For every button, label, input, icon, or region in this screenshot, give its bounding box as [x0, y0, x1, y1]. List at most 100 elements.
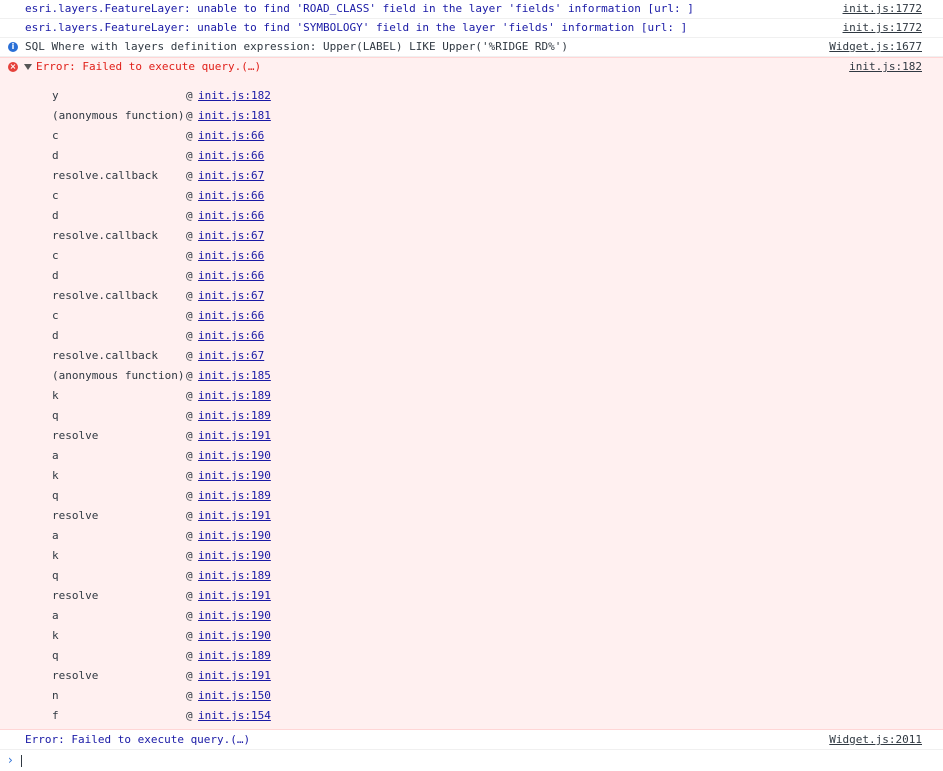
source-link[interactable]: Widget.js:1677 — [829, 38, 922, 56]
frame-location-link[interactable]: init.js:66 — [198, 309, 264, 322]
at-symbol: @ — [186, 289, 193, 302]
stack-frame: (anonymous function) @ init.js:181 — [0, 106, 943, 126]
frame-function: c — [52, 309, 59, 322]
frame-location-link[interactable]: init.js:191 — [198, 509, 271, 522]
at-symbol: @ — [186, 329, 193, 342]
frame-function: q — [52, 649, 59, 662]
frame-location-link[interactable]: init.js:66 — [198, 329, 264, 342]
frame-location-link[interactable]: init.js:190 — [198, 529, 271, 542]
frame-function: k — [52, 629, 59, 642]
source-link[interactable]: init.js:182 — [849, 58, 922, 76]
frame-location-link[interactable]: init.js:190 — [198, 629, 271, 642]
stack-frame: k @ init.js:190 — [0, 466, 943, 486]
frame-function: q — [52, 569, 59, 582]
frame-location-link[interactable]: init.js:66 — [198, 129, 264, 142]
frame-function: d — [52, 209, 59, 222]
frame-location-link[interactable]: init.js:66 — [198, 249, 264, 262]
prompt-chevron-icon: › — [8, 753, 13, 767]
frame-function: d — [52, 329, 59, 342]
frame-location-link[interactable]: init.js:191 — [198, 589, 271, 602]
source-link[interactable]: Widget.js:2011 — [829, 730, 922, 750]
stack-frame: resolve.callback @ init.js:67 — [0, 346, 943, 366]
at-symbol: @ — [186, 89, 193, 102]
frame-function: resolve.callback — [52, 169, 158, 182]
frame-function: k — [52, 469, 59, 482]
frame-location-link[interactable]: init.js:67 — [198, 229, 264, 242]
stack-frame: c @ init.js:66 — [0, 126, 943, 146]
frame-location-link[interactable]: init.js:191 — [198, 669, 271, 682]
console-prompt[interactable]: › — [0, 750, 943, 770]
frame-function: k — [52, 549, 59, 562]
stack-frame: resolve.callback @ init.js:67 — [0, 166, 943, 186]
at-symbol: @ — [186, 389, 193, 402]
at-symbol: @ — [186, 509, 193, 522]
frame-location-link[interactable]: init.js:191 — [198, 429, 271, 442]
frame-location-link[interactable]: init.js:150 — [198, 689, 271, 702]
frame-location-link[interactable]: init.js:189 — [198, 409, 271, 422]
frame-function: q — [52, 409, 59, 422]
warning-text: esri.layers.FeatureLayer: unable to find… — [25, 21, 688, 34]
console-error-row: Error: Failed to execute query.(…) Widge… — [0, 730, 943, 750]
frame-location-link[interactable]: init.js:67 — [198, 289, 264, 302]
stack-frame: k @ init.js:189 — [0, 386, 943, 406]
at-symbol: @ — [186, 469, 193, 482]
console-warning-row: esri.layers.FeatureLayer: unable to find… — [0, 0, 943, 19]
frame-location-link[interactable]: init.js:189 — [198, 389, 271, 402]
at-symbol: @ — [186, 229, 193, 242]
at-symbol: @ — [186, 109, 193, 122]
frame-function: a — [52, 449, 59, 462]
at-symbol: @ — [186, 489, 193, 502]
at-symbol: @ — [186, 129, 193, 142]
frame-location-link[interactable]: init.js:66 — [198, 189, 264, 202]
at-symbol: @ — [186, 649, 193, 662]
expand-triangle-icon[interactable] — [24, 64, 32, 70]
frame-location-link[interactable]: init.js:189 — [198, 489, 271, 502]
at-symbol: @ — [186, 249, 193, 262]
info-text: SQL Where with layers definition express… — [25, 40, 569, 53]
frame-location-link[interactable]: init.js:190 — [198, 469, 271, 482]
frame-location-link[interactable]: init.js:190 — [198, 549, 271, 562]
frame-function: (anonymous function) — [52, 109, 185, 122]
frame-location-link[interactable]: init.js:154 — [198, 709, 271, 722]
stack-frame: f @ init.js:154 — [0, 706, 943, 726]
frame-function: a — [52, 609, 59, 622]
frame-location-link[interactable]: init.js:190 — [198, 449, 271, 462]
error-header[interactable]: × Error: Failed to execute query.(…) ini… — [0, 58, 943, 77]
frame-location-link[interactable]: init.js:189 — [198, 569, 271, 582]
stack-frame: resolve @ init.js:191 — [0, 586, 943, 606]
text-caret — [20, 755, 22, 767]
stack-frame: a @ init.js:190 — [0, 606, 943, 626]
frame-location-link[interactable]: init.js:189 — [198, 649, 271, 662]
stack-frame: resolve @ init.js:191 — [0, 426, 943, 446]
stack-frame: c @ init.js:66 — [0, 186, 943, 206]
at-symbol: @ — [186, 409, 193, 422]
source-link[interactable]: init.js:1772 — [843, 0, 922, 18]
frame-location-link[interactable]: init.js:181 — [198, 109, 271, 122]
error-text: Error: Failed to execute query.(…) — [36, 60, 262, 73]
frame-function: y — [52, 89, 59, 102]
at-symbol: @ — [186, 149, 193, 162]
frame-location-link[interactable]: init.js:67 — [198, 169, 264, 182]
frame-function: k — [52, 389, 59, 402]
stack-frame: (anonymous function) @ init.js:185 — [0, 366, 943, 386]
at-symbol: @ — [186, 629, 193, 642]
frame-function: resolve — [52, 669, 99, 682]
frame-function: resolve.callback — [52, 289, 158, 302]
frame-function: resolve — [52, 589, 99, 602]
frame-location-link[interactable]: init.js:66 — [198, 209, 264, 222]
frame-location-link[interactable]: init.js:185 — [198, 369, 271, 382]
stack-frame: q @ init.js:189 — [0, 566, 943, 586]
stack-frame: resolve.callback @ init.js:67 — [0, 226, 943, 246]
frame-location-link[interactable]: init.js:190 — [198, 609, 271, 622]
frame-location-link[interactable]: init.js:182 — [198, 89, 271, 102]
frame-location-link[interactable]: init.js:67 — [198, 349, 264, 362]
frame-function: c — [52, 249, 59, 262]
stack-frame: resolve @ init.js:191 — [0, 506, 943, 526]
source-link[interactable]: init.js:1772 — [843, 19, 922, 37]
at-symbol: @ — [186, 709, 193, 722]
frame-location-link[interactable]: init.js:66 — [198, 269, 264, 282]
at-symbol: @ — [186, 689, 193, 702]
stack-frame: resolve @ init.js:191 — [0, 666, 943, 686]
frame-location-link[interactable]: init.js:66 — [198, 149, 264, 162]
at-symbol: @ — [186, 669, 193, 682]
